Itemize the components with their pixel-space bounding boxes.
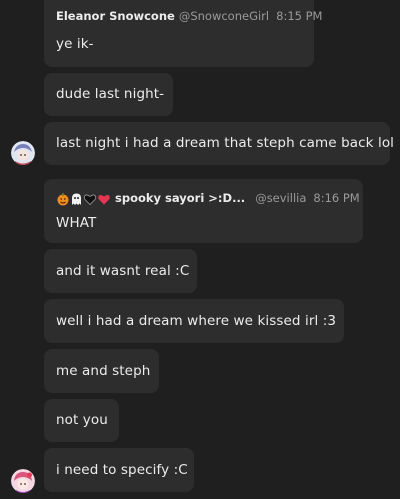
ghost-icon [72, 193, 81, 205]
message-bubble[interactable]: and it wasnt real :C [44, 249, 197, 293]
avatar-image [11, 141, 35, 165]
message-text: last night i had a dream that steph came… [56, 135, 395, 151]
message-text: ye ik- [56, 36, 94, 52]
message-bubble[interactable]: dude last night- [44, 73, 173, 116]
author-badges [56, 191, 112, 206]
message-text: me and steph [56, 363, 151, 379]
user-avatar[interactable] [11, 141, 35, 165]
red-heart-icon [98, 194, 110, 205]
chat-log: Eleanor Snowcone @SnowconeGirl 8:15 PM ye … [0, 0, 400, 499]
author-handle[interactable]: @SnowconeGirl [179, 9, 269, 23]
author-name[interactable]: Eleanor Snowcone [56, 9, 175, 23]
message-bubble[interactable]: not you [44, 399, 119, 442]
author-handle[interactable]: @sevillia [255, 191, 306, 205]
message-bubble[interactable]: well i had a dream where we kissed irl :… [44, 299, 344, 343]
black-heart-icon [83, 194, 97, 205]
message-text: dude last night- [56, 86, 165, 102]
message-bubble[interactable]: Eleanor Snowcone @SnowconeGirl 8:15 PM ye … [44, 0, 322, 67]
message-text: i need to specify :C [56, 462, 188, 478]
user-avatar[interactable] [11, 469, 35, 493]
author-name[interactable]: spooky sayori >:D... [115, 191, 245, 205]
jack-o-lantern-icon [57, 192, 69, 206]
message-timestamp: 8:15 PM [276, 9, 323, 23]
message-text: well i had a dream where we kissed irl :… [56, 313, 337, 329]
message-bubble[interactable]: i need to specify :C [44, 448, 194, 492]
message-bubble[interactable]: spooky sayori >:D... @sevillia 8:16 PM WHA… [44, 179, 363, 243]
avatar-image [11, 469, 35, 493]
message-text: WHAT [56, 215, 97, 231]
message-text: not you [56, 412, 108, 428]
message-header: Eleanor Snowcone @SnowconeGirl 8:15 PM [56, 9, 322, 23]
message-text: and it wasnt real :C [56, 263, 190, 279]
message-bubble[interactable]: last night i had a dream that steph came… [44, 122, 394, 165]
message-timestamp: 8:16 PM [313, 191, 360, 205]
message-bubble[interactable]: me and steph [44, 349, 159, 393]
message-header: spooky sayori >:D... @sevillia 8:16 PM [56, 191, 360, 206]
